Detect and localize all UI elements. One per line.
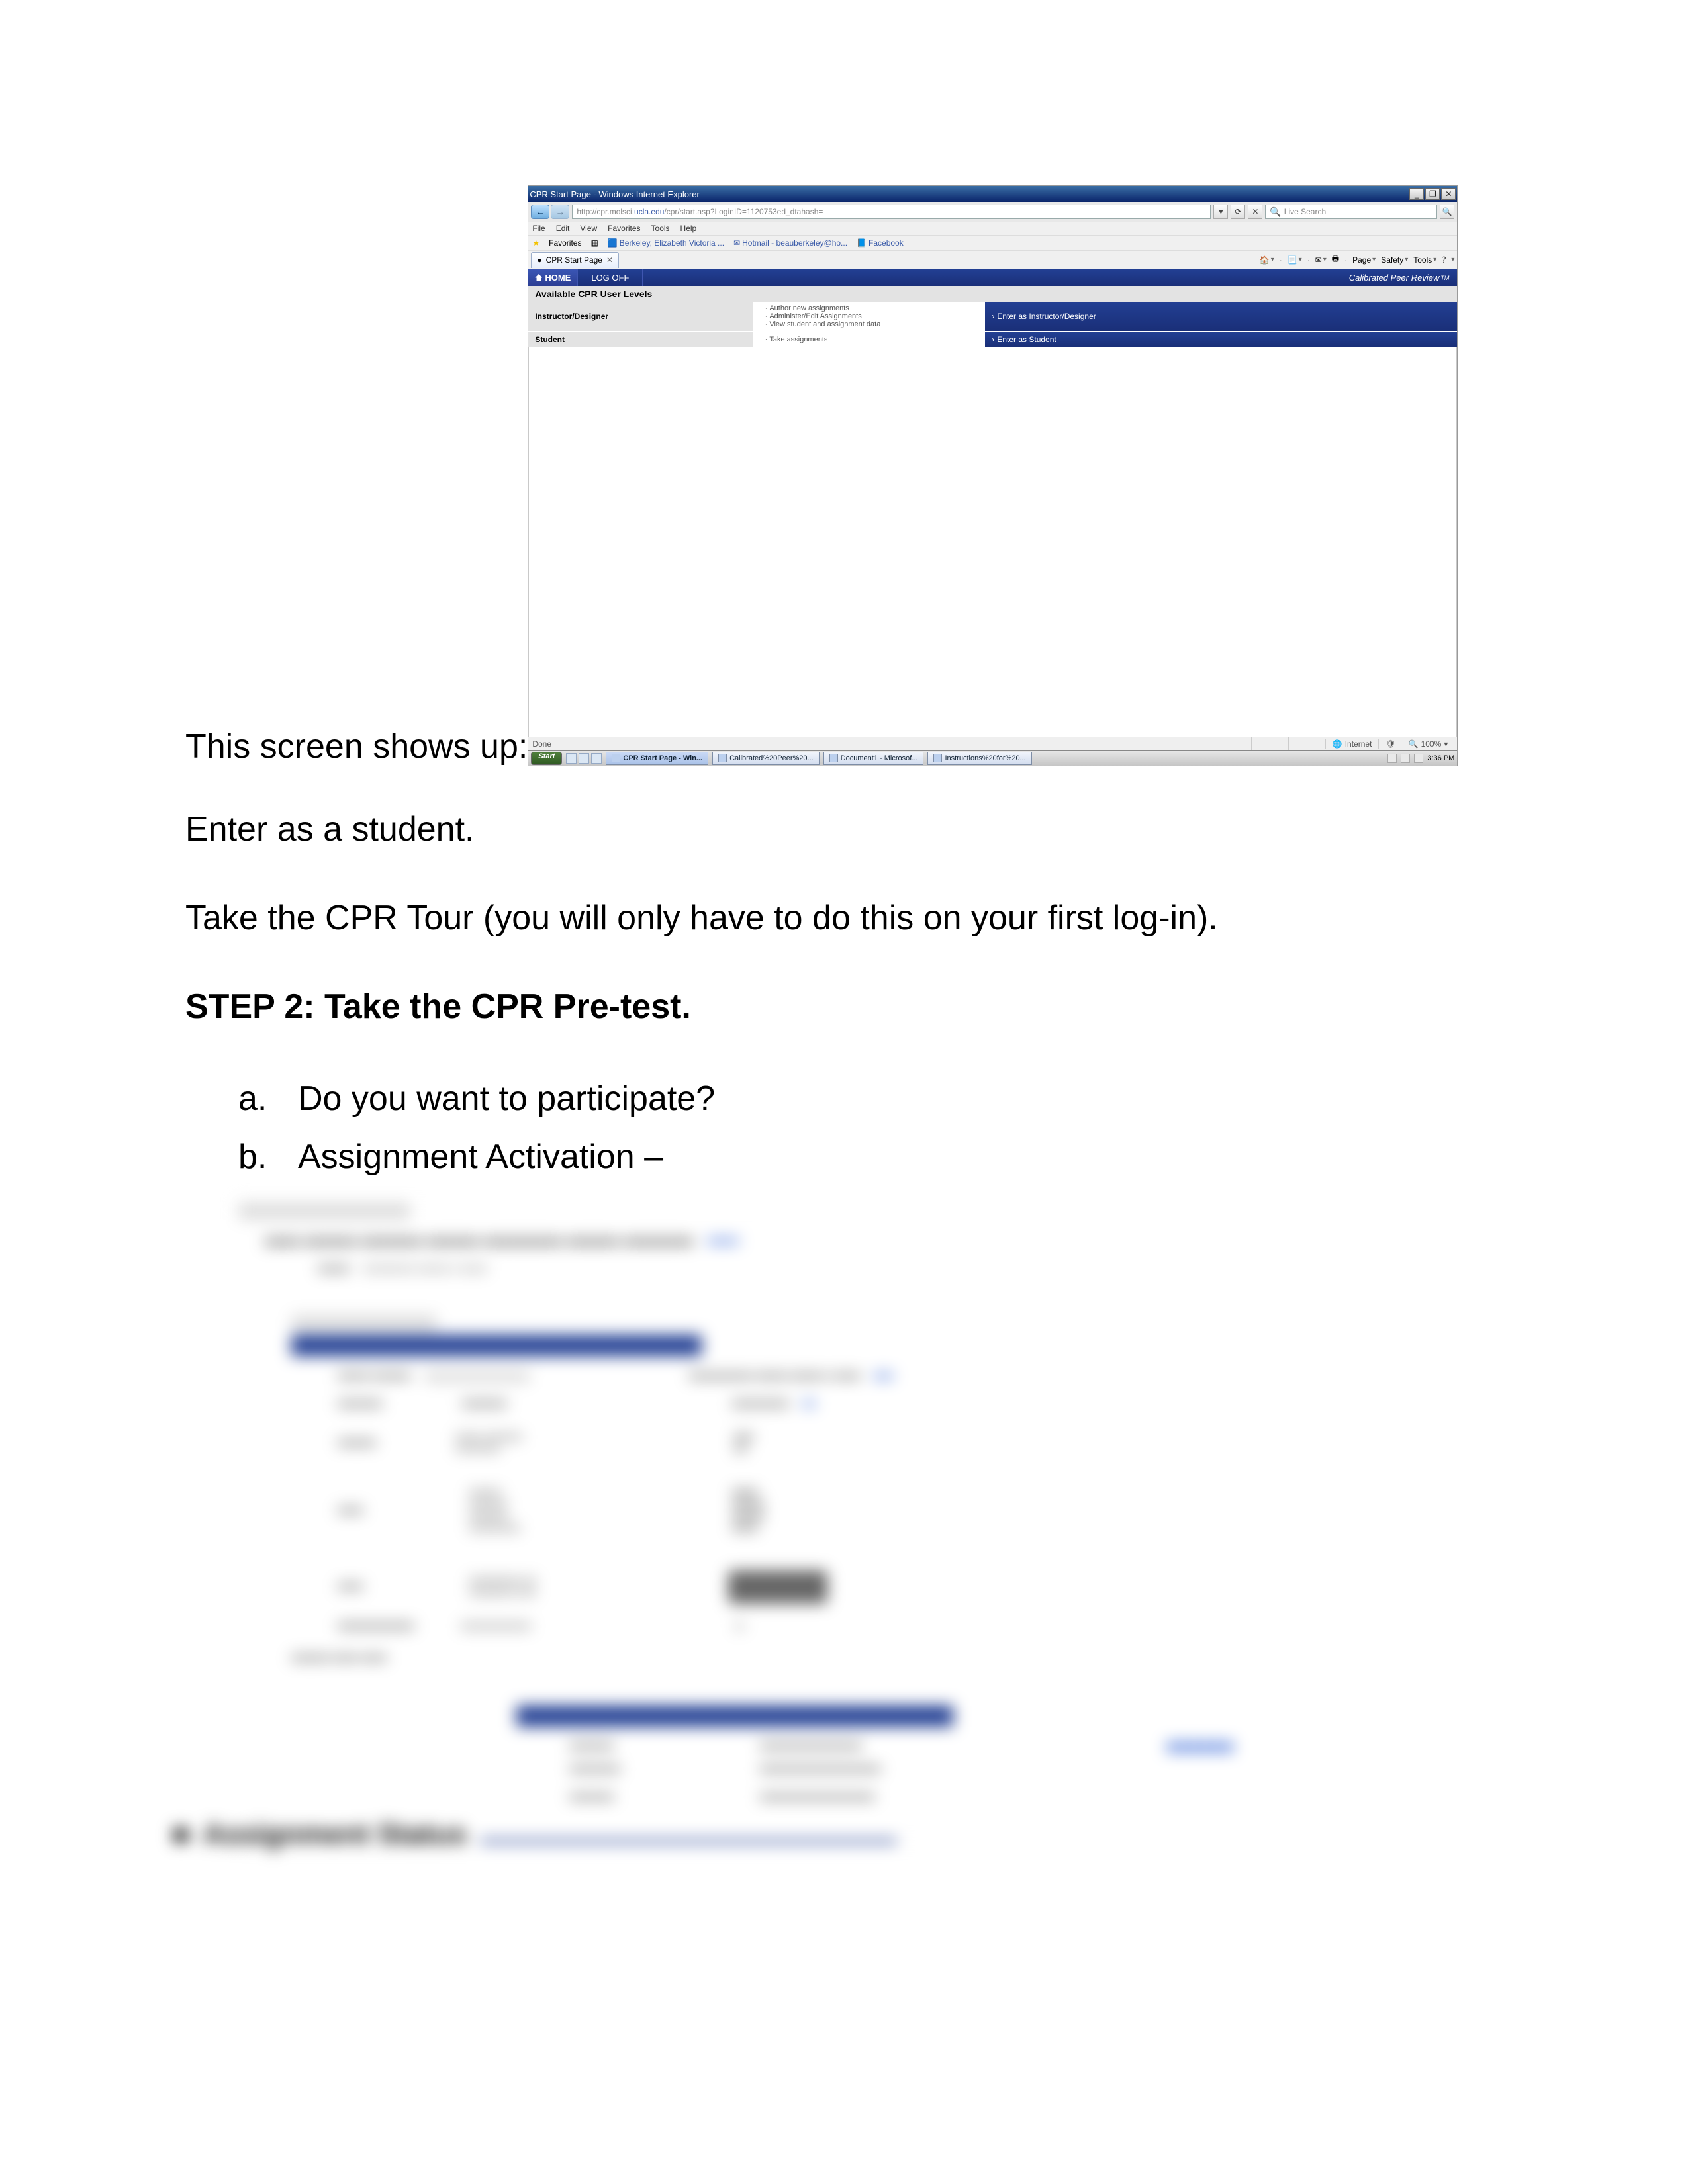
role-instructor-label: Instructor/Designer xyxy=(528,302,753,332)
task-document1[interactable]: Document1 - Microsof... xyxy=(823,752,924,765)
status-bar: Done 🌐 Internet 🛡 🔍 100% ▾ xyxy=(528,737,1457,750)
menu-edit[interactable]: Edit xyxy=(556,224,570,233)
favlink-facebook[interactable]: 📘Facebook xyxy=(857,238,904,248)
protected-mode[interactable]: 🛡 xyxy=(1378,739,1402,749)
security-zone[interactable]: 🌐 Internet xyxy=(1325,739,1379,749)
list-item-a: a. Do you want to participate? xyxy=(238,1069,1503,1128)
forward-button[interactable]: → xyxy=(551,205,569,219)
task-cpr[interactable]: CPR Start Page - Win... xyxy=(606,752,708,765)
status-text: Done xyxy=(532,739,551,749)
url-prefix: http://cpr.molsci. xyxy=(577,207,634,216)
screenshot-ie-cpr: CPR Start Page - Windows Internet Explor… xyxy=(528,185,1458,766)
home-button[interactable]: HOME xyxy=(528,269,578,286)
chevron-right-icon: › xyxy=(992,335,994,344)
tab-close-icon[interactable]: ✕ xyxy=(606,255,613,265)
role-student-label: Student xyxy=(528,332,753,347)
brand-label: Calibrated Peer ReviewTM xyxy=(1349,273,1458,283)
tool-home[interactable]: 🏠▾ xyxy=(1260,255,1274,265)
task-instructions[interactable]: Instructions%20for%20... xyxy=(927,752,1031,765)
tool-mail[interactable]: ✉▾ xyxy=(1315,255,1327,265)
window-close-button[interactable]: ✕ xyxy=(1441,188,1456,200)
url-rest: /cpr/start.asp?LoginID=1120753ed_dtahash… xyxy=(664,207,823,216)
search-placeholder: Live Search xyxy=(1284,207,1326,216)
home-label: HOME xyxy=(545,273,571,283)
section-title: Available CPR User Levels xyxy=(528,286,1457,302)
tool-page[interactable]: Page ▾ xyxy=(1352,255,1376,265)
globe-icon: 🌐 xyxy=(1333,739,1342,749)
ie-icon xyxy=(612,754,620,762)
tab-icon: ● xyxy=(537,255,541,265)
page-tools: 🏠▾ · 📃▾ · ✉▾ 🖶 · Page ▾ Safety ▾ Tools ▾… xyxy=(1260,253,1455,267)
tab-bar: ● CPR Start Page ✕ 🏠▾ · 📃▾ · ✉▾ 🖶 · Pa xyxy=(528,251,1457,269)
list-item-b: b. Assignment Activation – xyxy=(238,1128,1503,1186)
blurred-screenshot: ■■■■ ■■■■■■ ■■■■■■■ ■■■■■■ ■■■■■■■■■ ■■■… xyxy=(185,1203,1503,1844)
tool-print[interactable]: 🖶 xyxy=(1332,253,1339,267)
blurred-heading: Assignment Status xyxy=(203,1818,467,1851)
start-button[interactable]: Start xyxy=(531,752,562,765)
url-field[interactable]: http://cpr.molsci.ucla.edu/cpr/start.asp… xyxy=(572,205,1211,219)
home-icon xyxy=(535,274,542,281)
search-box[interactable]: 🔍 Live Search xyxy=(1265,205,1437,219)
window-title: CPR Start Page - Windows Internet Explor… xyxy=(530,189,700,199)
url-dropdown[interactable]: ▾ xyxy=(1213,205,1228,219)
logoff-button[interactable]: LOG OFF xyxy=(578,269,643,286)
role-student-desc: Take assignments xyxy=(753,332,985,347)
favlink-hotmail[interactable]: ✉Hotmail - beauberkeley@ho... xyxy=(733,238,847,248)
menu-file[interactable]: File xyxy=(532,224,545,233)
favlink-berkeley[interactable]: 🟦Berkeley, Elizabeth Victoria ... xyxy=(608,238,724,248)
tab-cpr-start[interactable]: ● CPR Start Page ✕ xyxy=(531,252,619,268)
word-icon xyxy=(718,754,727,762)
refresh-button[interactable]: ⟳ xyxy=(1231,205,1245,219)
table-row: Student Take assignments ›Enter as Stude… xyxy=(528,332,1457,347)
quick-launch[interactable] xyxy=(566,753,602,764)
menu-view[interactable]: View xyxy=(580,224,597,233)
para-enter-student: Enter as a student. xyxy=(185,803,1503,855)
enter-instructor-button[interactable]: ›Enter as Instructor/Designer xyxy=(985,302,1457,332)
tool-help[interactable]: ？▾ xyxy=(1442,254,1454,265)
tool-tools[interactable]: Tools ▾ xyxy=(1413,255,1436,265)
suggested-sites-icon[interactable]: ▦ xyxy=(590,238,598,248)
zoom-control[interactable]: 🔍 100% ▾ xyxy=(1403,739,1454,749)
search-go-button[interactable]: 🔍 xyxy=(1440,205,1454,219)
search-icon: 🔍 xyxy=(1270,206,1281,218)
url-host: ucla.edu xyxy=(634,207,664,216)
address-bar: ← → http://cpr.molsci.ucla.edu/cpr/start… xyxy=(528,202,1457,222)
word-icon xyxy=(933,754,942,762)
chevron-right-icon: › xyxy=(992,312,994,321)
favorites-bar: ★ Favorites ▦ 🟦Berkeley, Elizabeth Victo… xyxy=(528,235,1457,251)
windows-taskbar: Start CPR Start Page - Win... Calibrated… xyxy=(528,750,1457,766)
favorites-label[interactable]: Favorites xyxy=(549,238,581,248)
cpr-app: HOME LOG OFF Calibrated Peer ReviewTM Av… xyxy=(528,269,1457,347)
titlebar: CPR Start Page - Windows Internet Explor… xyxy=(528,186,1457,202)
favorites-star-icon[interactable]: ★ xyxy=(532,238,539,248)
intro-text: This screen shows up: xyxy=(185,727,528,766)
app-bar: HOME LOG OFF Calibrated Peer ReviewTM xyxy=(528,269,1457,286)
table-row: Instructor/Designer Author new assignmen… xyxy=(528,302,1457,332)
stop-button[interactable]: ✕ xyxy=(1248,205,1262,219)
roles-table: Instructor/Designer Author new assignmen… xyxy=(528,302,1457,347)
task-calibrated[interactable]: Calibrated%20Peer%20... xyxy=(712,752,820,765)
tab-label: CPR Start Page xyxy=(546,255,602,265)
para-cpr-tour: Take the CPR Tour (you will only have to… xyxy=(185,892,1503,944)
enter-student-button[interactable]: ›Enter as Student xyxy=(985,332,1457,347)
clock: 3:36 PM xyxy=(1427,754,1454,762)
system-tray[interactable]: 3:36 PM xyxy=(1387,754,1454,763)
menu-bar: File Edit View Favorites Tools Help xyxy=(528,222,1457,235)
role-instructor-desc: Author new assignments Administer/Edit A… xyxy=(753,302,985,332)
word-icon xyxy=(829,754,838,762)
window-restore-button[interactable]: ❐ xyxy=(1425,188,1440,200)
shield-icon: 🛡 xyxy=(1385,739,1395,749)
menu-favorites[interactable]: Favorites xyxy=(608,224,640,233)
back-button[interactable]: ← xyxy=(531,205,549,219)
menu-help[interactable]: Help xyxy=(680,224,697,233)
menu-tools[interactable]: Tools xyxy=(651,224,670,233)
tool-safety[interactable]: Safety ▾ xyxy=(1381,255,1408,265)
tool-feeds[interactable]: 📃▾ xyxy=(1288,255,1302,265)
window-minimize-button[interactable]: _ xyxy=(1409,188,1424,200)
step2-heading: STEP 2: Take the CPR Pre-test. xyxy=(185,981,1503,1032)
